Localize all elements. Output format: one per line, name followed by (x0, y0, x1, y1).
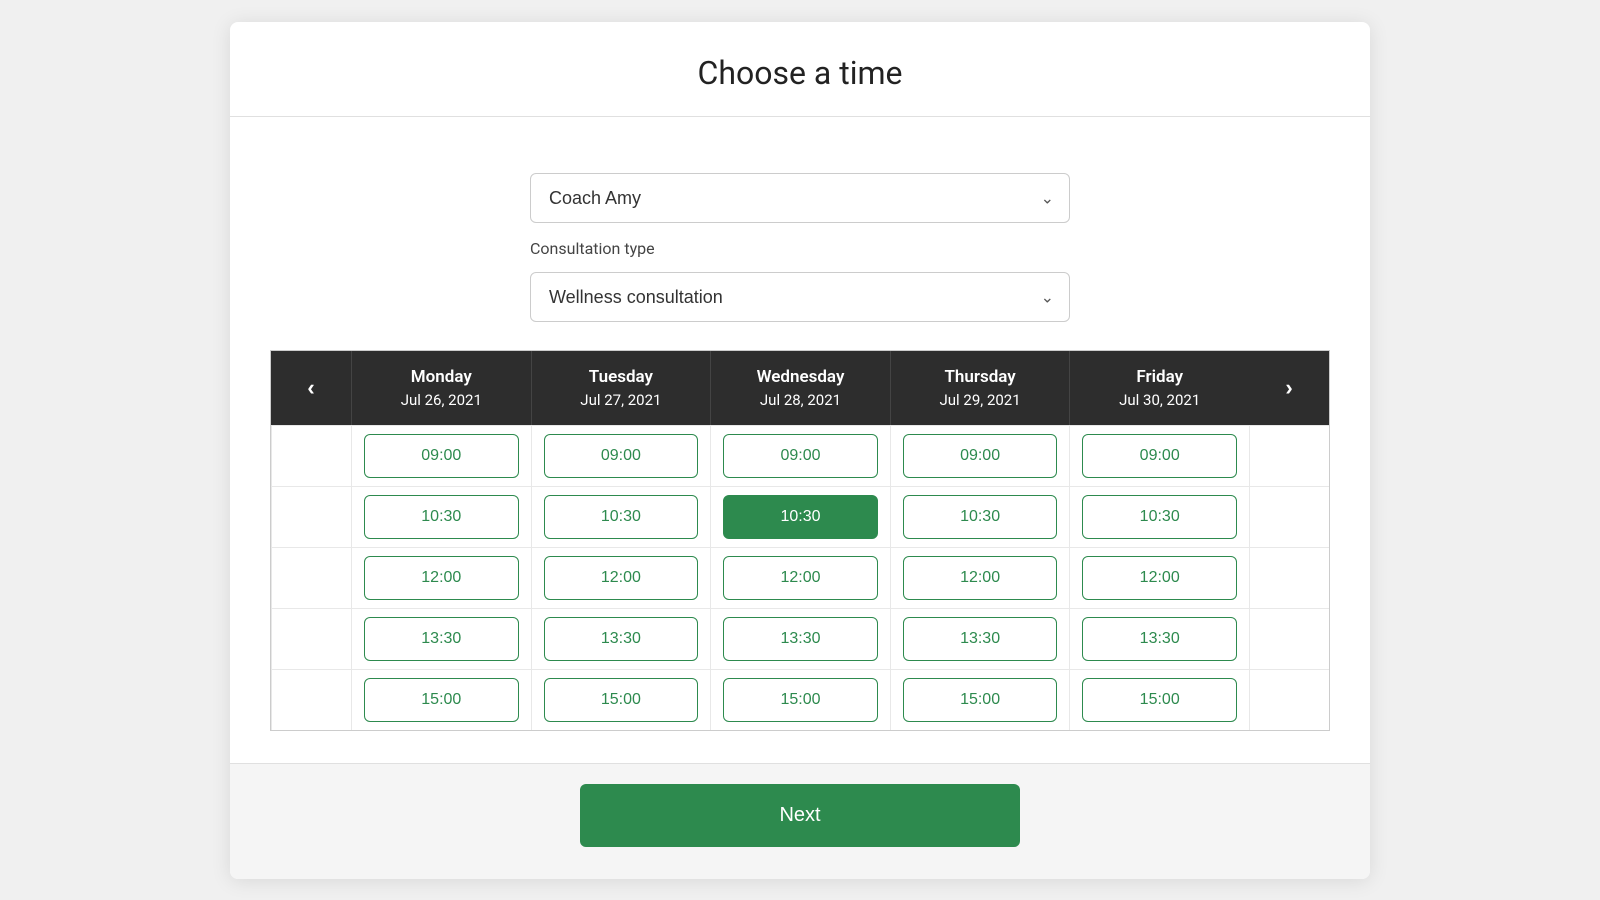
consultation-type-dropdown-container: Wellness consultation Nutrition consulta… (530, 272, 1070, 322)
day-date-4: Jul 30, 2021 (1078, 391, 1241, 409)
day-name-2: Wednesday (719, 367, 882, 387)
page-title: Choose a time (270, 54, 1330, 92)
day-date-2: Jul 28, 2021 (719, 391, 882, 409)
consultation-type-section: Consultation type Wellness consultation … (270, 239, 1330, 322)
time-slot-button[interactable]: 13:30 (364, 617, 519, 661)
cal-empty-right-0 (1249, 425, 1329, 486)
time-slot-button[interactable]: 12:00 (1082, 556, 1237, 600)
next-button[interactable]: Next (580, 784, 1020, 847)
slot-wed-1030: 10:30 (710, 486, 890, 547)
cal-empty-right-4 (1249, 669, 1329, 730)
slot-thu-1200: 12:00 (890, 547, 1070, 608)
slot-tue-0900: 09:00 (531, 425, 711, 486)
time-slot-button[interactable]: 10:30 (1082, 495, 1237, 539)
slot-mon-1500: 15:00 (351, 669, 531, 730)
cal-empty-left-2 (271, 547, 351, 608)
calendar-next-button[interactable]: › (1249, 351, 1329, 425)
time-slot-button[interactable]: 15:00 (903, 678, 1058, 722)
calendar-body: 09:00 09:00 09:00 09:00 09:00 10 (271, 425, 1329, 730)
time-slot-button[interactable]: 15:00 (364, 678, 519, 722)
consultation-type-label: Consultation type (530, 239, 1070, 258)
consultation-type-dropdown[interactable]: Wellness consultation Nutrition consulta… (530, 272, 1070, 322)
calendar-day-friday: Friday Jul 30, 2021 (1069, 351, 1249, 425)
calendar-day-wednesday: Wednesday Jul 28, 2021 (710, 351, 890, 425)
cal-empty-left-1 (271, 486, 351, 547)
time-slot-button[interactable]: 09:00 (544, 434, 699, 478)
slot-tue-1330: 13:30 (531, 608, 711, 669)
calendar-day-monday: Monday Jul 26, 2021 (351, 351, 531, 425)
cal-empty-right-2 (1249, 547, 1329, 608)
calendar-header: ‹ Monday Jul 26, 2021 Tuesday Jul 27, 20… (271, 351, 1329, 425)
time-slot-button[interactable]: 13:30 (723, 617, 878, 661)
slot-mon-1200: 12:00 (351, 547, 531, 608)
time-slot-button[interactable]: 09:00 (903, 434, 1058, 478)
calendar-prev-button[interactable]: ‹ (271, 351, 351, 425)
time-slot-button[interactable]: 13:30 (903, 617, 1058, 661)
time-slot-button[interactable]: 09:00 (1082, 434, 1237, 478)
slot-fri-1030: 10:30 (1069, 486, 1249, 547)
slot-mon-0900: 09:00 (351, 425, 531, 486)
cal-empty-left-0 (271, 425, 351, 486)
time-slot-button[interactable]: 13:30 (544, 617, 699, 661)
slot-fri-1330: 13:30 (1069, 608, 1249, 669)
consultation-type-label-wrapper: Consultation type (530, 239, 1070, 266)
day-name-0: Monday (360, 367, 523, 387)
time-slot-button[interactable]: 12:00 (544, 556, 699, 600)
slot-wed-0900: 09:00 (710, 425, 890, 486)
modal-header: Choose a time (230, 22, 1370, 141)
time-slot-button[interactable]: 12:00 (364, 556, 519, 600)
slot-thu-1500: 15:00 (890, 669, 1070, 730)
time-slot-button[interactable]: 15:00 (544, 678, 699, 722)
header-divider (230, 116, 1370, 117)
slot-thu-1330: 13:30 (890, 608, 1070, 669)
time-slot-button[interactable]: 15:00 (1082, 678, 1237, 722)
slot-thu-1030: 10:30 (890, 486, 1070, 547)
day-name-4: Friday (1078, 367, 1241, 387)
slot-fri-1500: 15:00 (1069, 669, 1249, 730)
time-slot-button-selected[interactable]: 10:30 (723, 495, 878, 539)
cal-empty-right-1 (1249, 486, 1329, 547)
calendar-day-thursday: Thursday Jul 29, 2021 (890, 351, 1070, 425)
slot-wed-1330: 13:30 (710, 608, 890, 669)
time-slot-button[interactable]: 09:00 (364, 434, 519, 478)
slot-fri-0900: 09:00 (1069, 425, 1249, 486)
day-name-1: Tuesday (540, 367, 703, 387)
slot-mon-1030: 10:30 (351, 486, 531, 547)
modal-footer: Next (230, 763, 1370, 879)
cal-empty-left-4 (271, 669, 351, 730)
time-slot-button[interactable]: 10:30 (544, 495, 699, 539)
time-slot-button[interactable]: 09:00 (723, 434, 878, 478)
coach-dropdown-wrapper: Coach Amy Coach Bob Coach Carol ⌄ (270, 173, 1330, 223)
modal-body: Coach Amy Coach Bob Coach Carol ⌄ Consul… (230, 141, 1370, 763)
slot-wed-1500: 15:00 (710, 669, 890, 730)
slot-mon-1330: 13:30 (351, 608, 531, 669)
slot-tue-1200: 12:00 (531, 547, 711, 608)
time-slot-button[interactable]: 13:30 (1082, 617, 1237, 661)
slot-tue-1030: 10:30 (531, 486, 711, 547)
time-slot-button[interactable]: 10:30 (364, 495, 519, 539)
cal-empty-left-3 (271, 608, 351, 669)
cal-empty-right-3 (1249, 608, 1329, 669)
time-slot-button[interactable]: 10:30 (903, 495, 1058, 539)
coach-dropdown-container: Coach Amy Coach Bob Coach Carol ⌄ (530, 173, 1070, 223)
slot-wed-1200: 12:00 (710, 547, 890, 608)
day-date-3: Jul 29, 2021 (899, 391, 1062, 409)
time-slot-button[interactable]: 15:00 (723, 678, 878, 722)
day-date-1: Jul 27, 2021 (540, 391, 703, 409)
slot-thu-0900: 09:00 (890, 425, 1070, 486)
calendar-day-tuesday: Tuesday Jul 27, 2021 (531, 351, 711, 425)
modal-container: Choose a time Coach Amy Coach Bob Coach … (230, 22, 1370, 879)
time-slot-button[interactable]: 12:00 (903, 556, 1058, 600)
day-date-0: Jul 26, 2021 (360, 391, 523, 409)
calendar-right-empty: › (1249, 351, 1329, 425)
slot-fri-1200: 12:00 (1069, 547, 1249, 608)
day-name-3: Thursday (899, 367, 1062, 387)
slot-tue-1500: 15:00 (531, 669, 711, 730)
calendar: ‹ Monday Jul 26, 2021 Tuesday Jul 27, 20… (270, 350, 1330, 731)
time-slot-button[interactable]: 12:00 (723, 556, 878, 600)
coach-dropdown[interactable]: Coach Amy Coach Bob Coach Carol (530, 173, 1070, 223)
